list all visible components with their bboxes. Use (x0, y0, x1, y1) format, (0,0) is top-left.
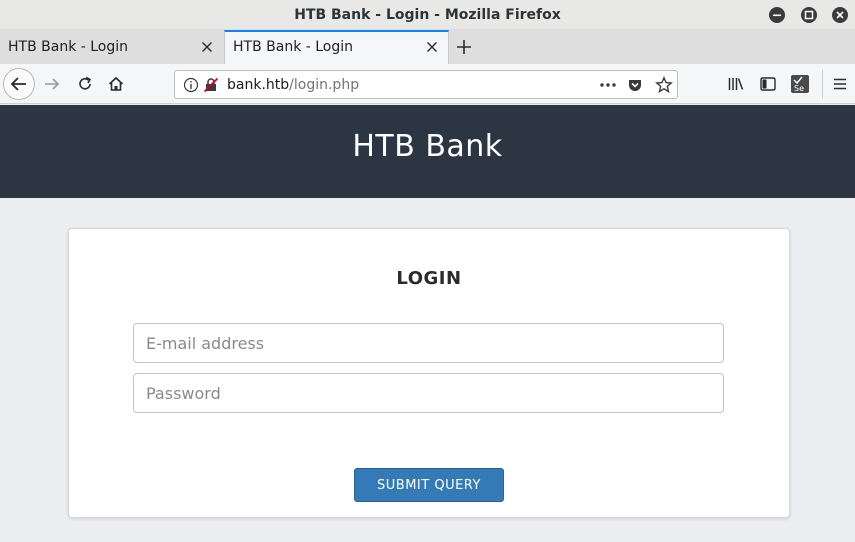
pocket-icon[interactable] (627, 77, 643, 93)
home-icon[interactable] (107, 75, 125, 93)
selenium-ide-icon[interactable]: Se (790, 74, 810, 94)
sidebar-icon[interactable] (759, 75, 777, 93)
url-path: /login.php (289, 77, 360, 93)
tab-htb-bank-login-1[interactable]: HTB Bank - Login (0, 30, 224, 64)
login-title: LOGIN (396, 268, 462, 289)
url-text: bank.htb/login.php (227, 77, 359, 93)
maximize-icon[interactable] (801, 7, 817, 23)
tab-strip: HTB Bank - Login HTB Bank - Login (0, 30, 855, 64)
minimize-icon[interactable] (769, 7, 785, 23)
back-button[interactable] (3, 68, 35, 100)
hamburger-menu-icon[interactable] (831, 75, 849, 93)
url-host: bank.htb (227, 77, 290, 93)
back-arrow-icon (10, 77, 26, 91)
insecure-lock-icon[interactable] (203, 77, 219, 93)
reload-icon[interactable] (76, 75, 94, 93)
email-field[interactable] (133, 323, 724, 363)
library-icon[interactable] (727, 75, 745, 93)
site-brand: HTB Bank (352, 129, 503, 164)
login-card: LOGIN SUBMIT QUERY (68, 228, 790, 518)
tab-label: HTB Bank - Login (233, 39, 354, 55)
url-bar[interactable]: bank.htb/login.php (174, 70, 678, 99)
close-tab-icon[interactable] (425, 40, 439, 54)
toolbar-divider (822, 70, 823, 98)
navigation-toolbar: bank.htb/login.php Se (0, 64, 855, 104)
password-field[interactable] (133, 373, 724, 413)
window-titlebar: HTB Bank - Login - Mozilla Firefox (0, 0, 855, 30)
window-title: HTB Bank - Login - Mozilla Firefox (294, 7, 561, 23)
close-tab-icon[interactable] (200, 40, 214, 54)
page-actions-icon[interactable] (599, 78, 617, 92)
submit-query-button[interactable]: SUBMIT QUERY (354, 468, 504, 502)
new-tab-icon[interactable] (455, 38, 473, 56)
info-icon[interactable] (183, 77, 199, 93)
site-header: HTB Bank (0, 105, 855, 198)
close-window-icon[interactable] (832, 7, 848, 23)
tab-htb-bank-login-2[interactable]: HTB Bank - Login (224, 30, 449, 64)
forward-arrow-icon[interactable] (43, 75, 61, 93)
bookmark-star-icon[interactable] (655, 76, 673, 94)
tab-label: HTB Bank - Login (8, 39, 129, 55)
svg-text:Se: Se (794, 84, 804, 93)
